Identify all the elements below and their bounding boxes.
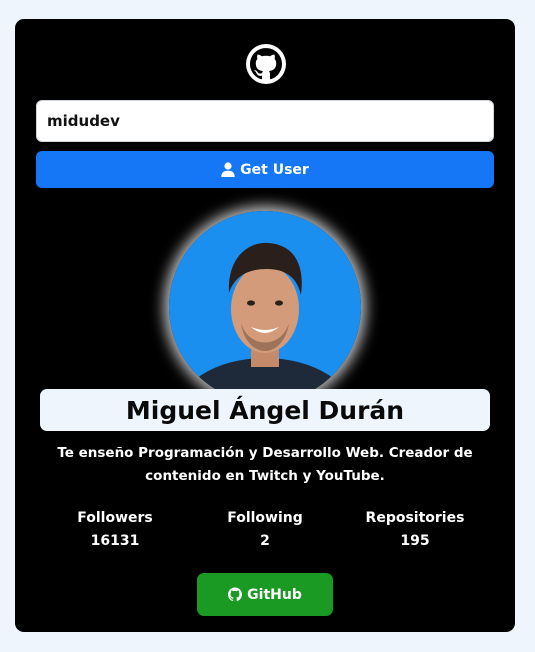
get-user-button-label: Get User (240, 161, 309, 178)
get-user-button[interactable]: Get User (36, 151, 494, 188)
github-button-label: GitHub (247, 586, 302, 603)
stat-value: 16131 (90, 533, 140, 549)
profile-card: Get User Miguel Ángel Durán Te enseño Pr… (15, 19, 515, 632)
github-icon (228, 587, 243, 602)
user-full-name: Miguel Ángel Durán (40, 389, 490, 431)
stat-label: Followers (77, 510, 153, 526)
stat-following: Following 2 (195, 507, 335, 553)
avatar (169, 211, 361, 403)
user-bio: Te enseño Programación y Desarrollo Web.… (57, 445, 473, 484)
github-logo-icon (246, 44, 286, 84)
stat-value: 195 (400, 533, 430, 549)
stat-repositories: Repositories 195 (345, 507, 485, 553)
user-icon (221, 162, 235, 177)
github-profile-button[interactable]: GitHub (197, 573, 333, 616)
stat-label: Following (227, 510, 303, 526)
stat-followers: Followers 16131 (45, 507, 185, 553)
stat-label: Repositories (365, 510, 465, 526)
stat-value: 2 (260, 533, 270, 549)
username-search-input[interactable] (36, 100, 494, 142)
